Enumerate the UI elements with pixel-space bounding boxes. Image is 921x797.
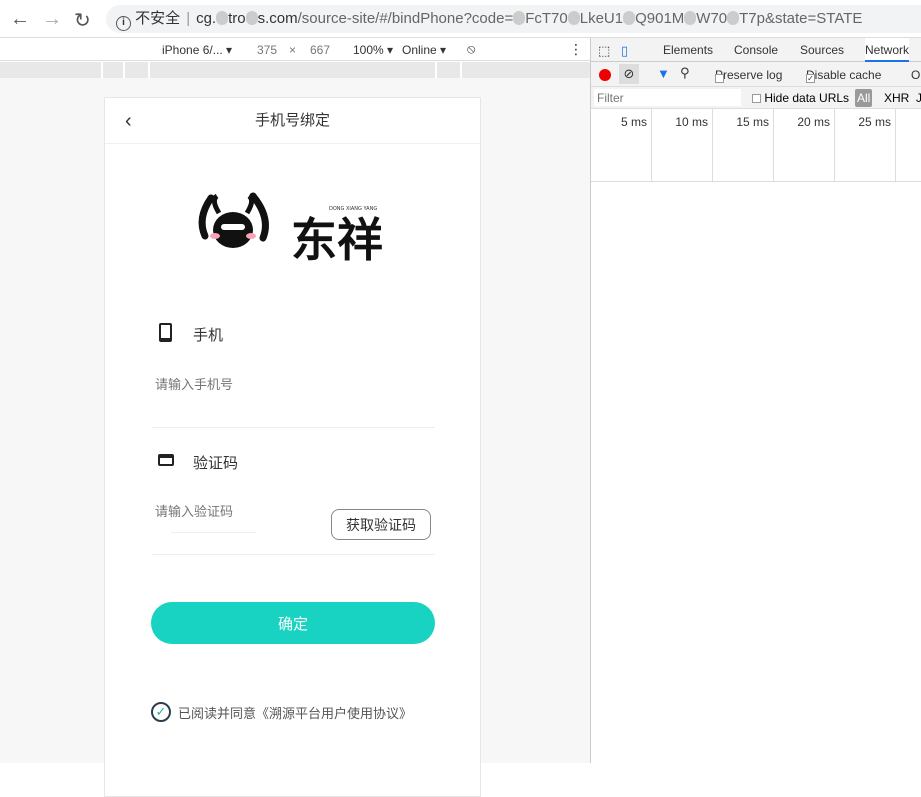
tab-elements[interactable]: Elements — [663, 43, 713, 57]
inspect-icon[interactable]: ⬚ — [598, 43, 610, 59]
width-input[interactable]: 375 — [257, 43, 277, 57]
tab-console[interactable]: Console — [734, 43, 778, 57]
divider — [171, 532, 256, 533]
preserve-log-checkbox[interactable]: Preserve log — [715, 68, 782, 83]
url-part: /source-site/#/bindPhone?code= — [297, 10, 514, 27]
url-part: LkeU1 — [579, 10, 624, 27]
url-part: Q901M — [635, 10, 685, 27]
logo: 东祥 DONG XIANG YANG — [191, 188, 396, 273]
page-header: ‹ 手机号绑定 — [105, 98, 480, 144]
phone-icon — [159, 323, 172, 342]
search-icon[interactable]: ⚲ — [680, 65, 690, 81]
code-input[interactable] — [155, 504, 265, 519]
devtools-panel: ⬚ ▯ Elements Console Sources Network ⊘ ▼… — [590, 38, 921, 763]
url-part: tro — [228, 10, 246, 27]
network-select[interactable]: Online ▾ — [402, 43, 446, 57]
tick-label: 25 ms — [835, 109, 896, 182]
phone-input[interactable] — [155, 377, 355, 392]
divider — [152, 427, 435, 428]
url-part: T7p&state=STATE — [739, 10, 863, 27]
tick-label: 10 ms — [652, 109, 713, 182]
device-viewport: ‹ 手机号绑定 东祥 DONG XIANG YANG 手机 验证码 获取验证码 … — [0, 78, 590, 797]
network-toolbar: ⊘ ▼ ⚲ Preserve log ✓ Disable cache On — [591, 62, 921, 87]
filter-bar: Hide data URLs All XHR JS — [591, 87, 921, 109]
confirm-button[interactable]: 确定 — [151, 602, 435, 644]
mobile-page: ‹ 手机号绑定 东祥 DONG XIANG YANG 手机 验证码 获取验证码 … — [104, 97, 481, 797]
device-select[interactable]: iPhone 6/... ▾ — [162, 43, 232, 57]
back-icon[interactable]: ← — [10, 8, 30, 31]
more-icon[interactable]: ⋮ — [569, 41, 583, 58]
divider — [152, 554, 435, 555]
tick-label: 20 ms — [774, 109, 835, 182]
back-chevron-icon[interactable]: ‹ — [125, 98, 132, 144]
type-js[interactable]: JS — [916, 91, 921, 105]
device-toggle-icon[interactable]: ▯ — [621, 43, 628, 59]
device-toolbar: iPhone 6/... ▾ 375 × 667 100% ▾ Online ▾… — [0, 39, 590, 61]
filter-icon[interactable]: ▼ — [657, 66, 670, 81]
get-code-button[interactable]: 获取验证码 — [331, 509, 431, 540]
throttle-select[interactable]: On — [911, 68, 921, 82]
record-icon[interactable] — [599, 69, 611, 81]
media-query-ruler[interactable] — [0, 62, 590, 78]
page-title: 手机号绑定 — [254, 112, 330, 129]
info-icon[interactable]: i — [116, 16, 131, 31]
devtools-tabs: ⬚ ▯ Elements Console Sources Network — [591, 38, 921, 62]
agree-checkbox[interactable]: ✓ — [151, 702, 171, 722]
url-part: cg. — [196, 10, 217, 27]
type-xhr[interactable]: XHR — [884, 91, 909, 105]
url-part: FcT70 — [525, 10, 568, 27]
tab-sources[interactable]: Sources — [800, 43, 844, 57]
height-input[interactable]: 667 — [310, 43, 330, 57]
lock-icon — [158, 454, 174, 466]
tab-network[interactable]: Network — [865, 38, 910, 62]
rotate-icon[interactable]: ⦸ — [467, 41, 475, 57]
filter-input[interactable] — [594, 89, 741, 106]
url-part: s.com — [257, 10, 298, 27]
code-label: 验证码 — [193, 455, 239, 472]
clear-icon[interactable]: ⊘ — [619, 64, 639, 84]
hide-data-urls-checkbox[interactable]: Hide data URLs — [752, 91, 849, 105]
type-all[interactable]: All — [855, 89, 873, 107]
agreement-link[interactable]: 已阅读并同意《溯源平台用户使用协议》 — [178, 703, 412, 722]
address-bar[interactable]: i 不安全 | cg. tro s.com/source-site/#/bindPhon… — [106, 5, 921, 33]
url-part: W70 — [696, 10, 728, 27]
browser-toolbar: ← → ↻ i 不安全 | cg. tro s.com/source-site/#/bi… — [0, 0, 921, 38]
tick-label: 5 ms — [591, 109, 652, 182]
network-timeline: 5 ms 10 ms 15 ms 20 ms 25 ms — [591, 109, 921, 182]
logo-text: 东祥 — [291, 213, 383, 267]
phone-label: 手机 — [193, 327, 224, 344]
times-sign: × — [289, 43, 297, 57]
zoom-select[interactable]: 100% ▾ — [353, 43, 393, 57]
tick-label: 15 ms — [713, 109, 774, 182]
disable-cache-checkbox[interactable]: ✓ Disable cache — [806, 68, 881, 83]
svg-text:DONG XIANG YANG: DONG XIANG YANG — [329, 206, 377, 212]
forward-icon[interactable]: → — [42, 8, 62, 31]
agreement: ✓ 已阅读并同意《溯源平台用户使用协议》 — [151, 702, 412, 722]
insecure-label: 不安全 — [135, 10, 181, 27]
reload-icon[interactable]: ↻ — [74, 8, 91, 33]
